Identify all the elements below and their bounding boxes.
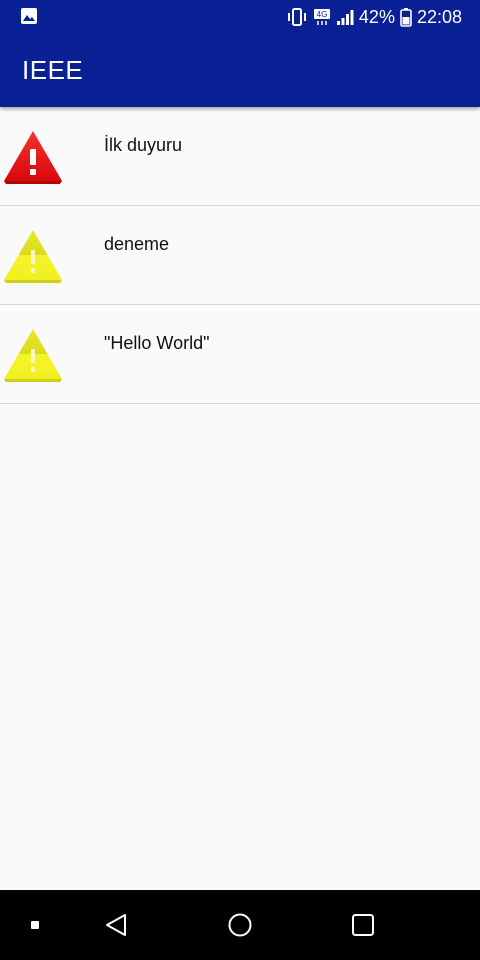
warning-red-icon [2,129,64,187]
warning-yellow-icon [2,228,64,286]
vibrate-icon [286,7,308,27]
screen: 4G 42% 22:08 IEEE İlk duyuru deneme "Hel… [0,0,480,960]
gallery-notification-icon [20,7,38,25]
battery-percent: 42% [358,7,395,27]
list-item[interactable]: İlk duyuru [0,107,480,206]
signal-icon [336,8,354,26]
status-icons: 4G 42% 22:08 [286,4,462,30]
home-icon[interactable] [225,910,255,940]
network-label: 4G [317,10,328,19]
list-item-title: İlk duyuru [104,135,183,155]
clock: 22:08 [416,7,462,27]
list-item-title: deneme [104,234,170,254]
back-icon[interactable] [101,910,131,940]
list-item-title: "Hello World" [104,333,210,353]
nav-dot-icon[interactable] [20,910,50,940]
app-title: IEEE [22,55,84,85]
warning-yellow-icon [2,327,64,385]
battery-icon [400,7,412,27]
announcement-list: İlk duyuru deneme "Hello World" [0,107,480,404]
list-item[interactable]: "Hello World" [0,305,480,404]
recents-icon[interactable] [348,910,378,940]
navigation-bar [0,890,480,960]
status-bar: 4G 42% 22:08 [0,0,480,33]
app-bar: IEEE [0,33,480,107]
list-item[interactable]: deneme [0,206,480,305]
network-4g-icon: 4G [313,7,331,27]
